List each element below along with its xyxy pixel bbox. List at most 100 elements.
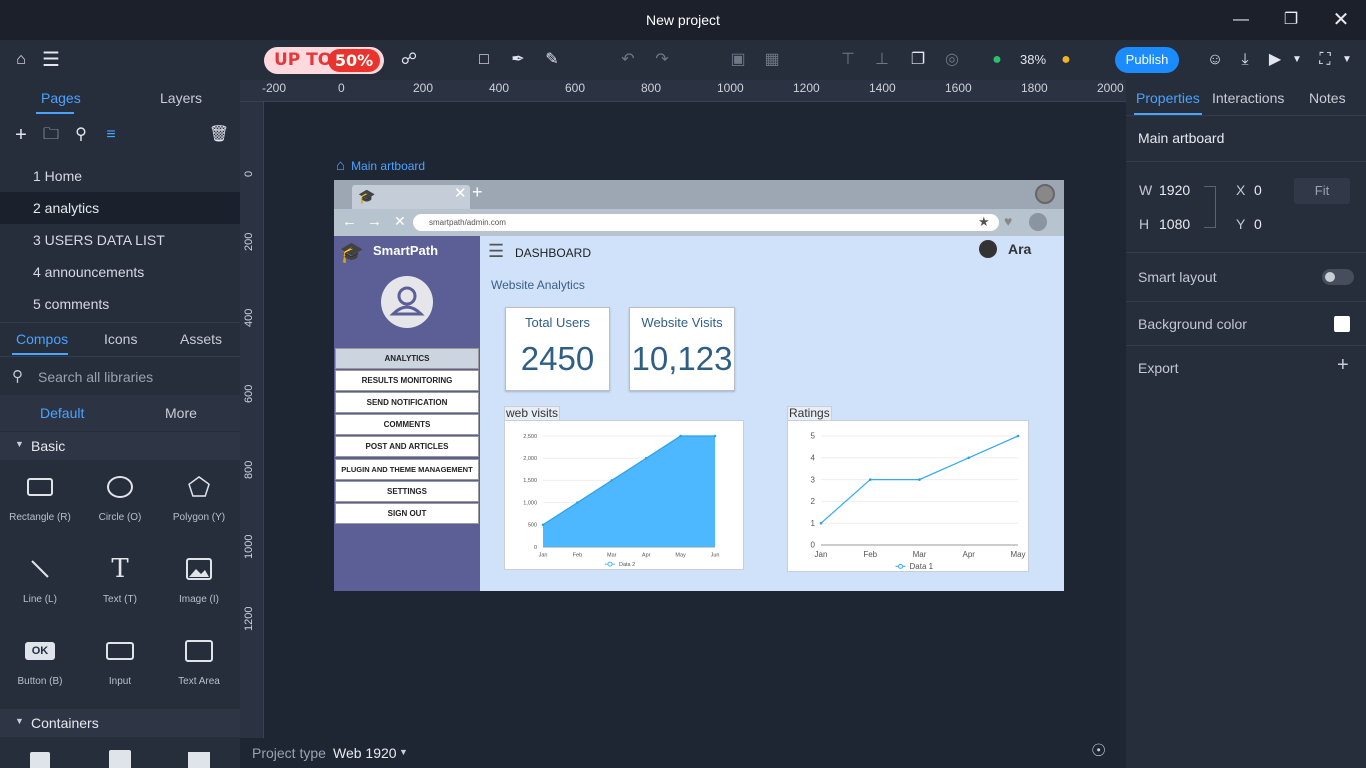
preview-chevron-down-icon[interactable]: ▼ [1285, 48, 1309, 72]
send-backward-icon[interactable]: ⊥ [870, 48, 894, 72]
artboard-label[interactable]: ⌂ Main artboard [336, 157, 425, 174]
tab-properties[interactable]: Properties [1136, 90, 1200, 106]
data-point [868, 478, 872, 481]
ruler-tick: 1000 [717, 81, 744, 95]
promo-text: UP TO [274, 50, 333, 70]
container-panel-icon[interactable] [109, 750, 131, 768]
tab-compos[interactable]: Compos [16, 331, 68, 347]
link-icon[interactable] [1204, 186, 1216, 228]
page-item-comments[interactable]: 5 comments [0, 288, 240, 320]
preview-icon[interactable]: ▶ [1263, 48, 1287, 72]
close-button[interactable]: ✕ [1329, 8, 1353, 32]
container-rect-icon[interactable] [30, 752, 50, 768]
pen-icon[interactable]: ✒ [506, 48, 530, 72]
collaborators-icon[interactable]: ☺ [1203, 48, 1227, 72]
tab-more[interactable]: More [165, 405, 197, 421]
undo-icon[interactable]: ↶ [616, 48, 640, 72]
publish-button[interactable]: Publish [1115, 47, 1179, 73]
zoom-in-icon[interactable]: ● [1054, 48, 1078, 72]
y-tick-label: 4 [811, 453, 816, 462]
section-basic[interactable]: ▼ Basic [0, 432, 240, 460]
component-textarea[interactable]: Text Area [159, 636, 239, 687]
menu-icon[interactable]: ☰ [39, 48, 63, 72]
flow-icon[interactable]: ☍ [397, 48, 421, 72]
redo-icon[interactable]: ↷ [650, 48, 674, 72]
tab-layers[interactable]: Layers [160, 90, 202, 106]
smart-layout-toggle[interactable] [1322, 269, 1354, 285]
add-folder-icon[interactable]: 🗀 [39, 123, 63, 147]
stat-card-users: Total Users 2450 [505, 307, 610, 391]
ruler-tick: 200 [413, 81, 434, 95]
zoom-level[interactable]: 38% [1016, 48, 1050, 72]
bring-forward-icon[interactable]: ⊤ [836, 48, 860, 72]
artboard-canvas[interactable]: 🎓 ✕ + ← → ✕ smartpath/admin.com ★ ♥ 🎓 Sm… [334, 180, 1064, 591]
container-grid-icon[interactable] [188, 752, 210, 768]
tab-underline [36, 112, 74, 114]
data-point [679, 434, 682, 438]
component-line[interactable]: Line (L) [0, 554, 80, 605]
ungroup-icon[interactable]: ▦ [760, 48, 784, 72]
search-input[interactable]: Search all libraries [38, 369, 153, 385]
section-containers-label: Containers [31, 715, 99, 731]
pencil-icon[interactable]: ✎ [540, 48, 564, 72]
tab-assets[interactable]: Assets [180, 331, 222, 347]
component-label: Polygon (Y) [172, 512, 226, 523]
page-item-analytics[interactable]: 2 analytics [0, 192, 240, 224]
data-point [644, 456, 648, 460]
section-containers[interactable]: ▼ Containers [0, 709, 240, 737]
component-image[interactable]: Image (I) [159, 554, 239, 605]
component-rectangle[interactable]: Rectangle (R) [0, 472, 80, 523]
y-field[interactable]: 0 [1254, 216, 1262, 232]
component-input[interactable]: Input [80, 636, 160, 687]
component-circle[interactable]: Circle (O) [80, 472, 160, 523]
component-polygon[interactable]: ⬠ Polygon (Y) [159, 471, 239, 524]
tab-icons[interactable]: Icons [104, 331, 137, 347]
textarea-icon [185, 640, 213, 662]
add-page-icon[interactable]: + [9, 123, 33, 147]
chevron-down-icon[interactable]: ▼ [399, 747, 408, 757]
polygon-icon: ⬠ [187, 471, 211, 502]
x-tick-label: Jan [815, 550, 828, 559]
minimize-button[interactable]: — [1229, 8, 1253, 32]
fullscreen-chevron-down-icon[interactable]: ▼ [1335, 48, 1359, 72]
frame-icon[interactable]: ❐ [906, 48, 930, 72]
area-fill [543, 436, 715, 547]
trash-icon[interactable]: 🗑 [207, 123, 231, 147]
page-item-users[interactable]: 3 USERS DATA LIST [0, 224, 240, 256]
component-text[interactable]: T Text (T) [80, 554, 160, 605]
group-icon[interactable]: ▣ [726, 48, 750, 72]
y-tick-label: 0 [811, 541, 816, 550]
tab-interactions[interactable]: Interactions [1212, 90, 1284, 106]
project-type-select[interactable]: Web 1920 [333, 745, 397, 761]
restore-button[interactable]: ❐ [1279, 8, 1303, 32]
background-color-swatch[interactable] [1334, 316, 1350, 332]
search-pages-icon[interactable]: ⚲ [69, 123, 93, 147]
fullscreen-icon[interactable]: ⛶ [1313, 48, 1337, 72]
zoom-out-icon[interactable]: ● [985, 48, 1009, 72]
page-item-announcements[interactable]: 4 announcements [0, 256, 240, 288]
tab-default[interactable]: Default [40, 405, 84, 421]
sort-icon[interactable]: ≡ [99, 123, 123, 147]
add-artboard-icon[interactable]: □ [472, 48, 496, 72]
component-label: Text Area [178, 676, 220, 687]
web-visits-svg: 0 500 1,000 1,500 2,000 2,500 Jan Feb Mar Apr May J… [523, 434, 719, 568]
compass-icon[interactable]: ☉ [1091, 741, 1106, 761]
y-tick-label: 2,000 [523, 456, 537, 462]
width-field[interactable]: 1920 [1159, 182, 1190, 198]
height-field[interactable]: 1080 [1159, 216, 1190, 232]
page-item-home[interactable]: 1 Home [0, 160, 240, 192]
ratings-chart: 0 1 2 3 4 5 Jan Feb Mar Apr May Data 1 [787, 420, 1029, 572]
add-export-icon[interactable]: + [1337, 354, 1349, 377]
fit-button[interactable]: Fit [1294, 178, 1350, 204]
tab-pages[interactable]: Pages [41, 90, 81, 106]
promo-badge[interactable]: UP TO 50% [264, 47, 384, 74]
tab-notes[interactable]: Notes [1309, 90, 1346, 106]
x-field[interactable]: 0 [1254, 182, 1262, 198]
component-button[interactable]: OK Button (B) [0, 636, 80, 687]
mask-icon[interactable]: ◎ [940, 48, 964, 72]
download-icon[interactable]: ⤓ [1233, 48, 1257, 72]
search-icon: ⚲ [12, 368, 23, 385]
text-icon: T [111, 554, 129, 584]
home-icon[interactable]: ⌂ [9, 48, 33, 72]
x-tick-label: Apr [642, 553, 651, 559]
